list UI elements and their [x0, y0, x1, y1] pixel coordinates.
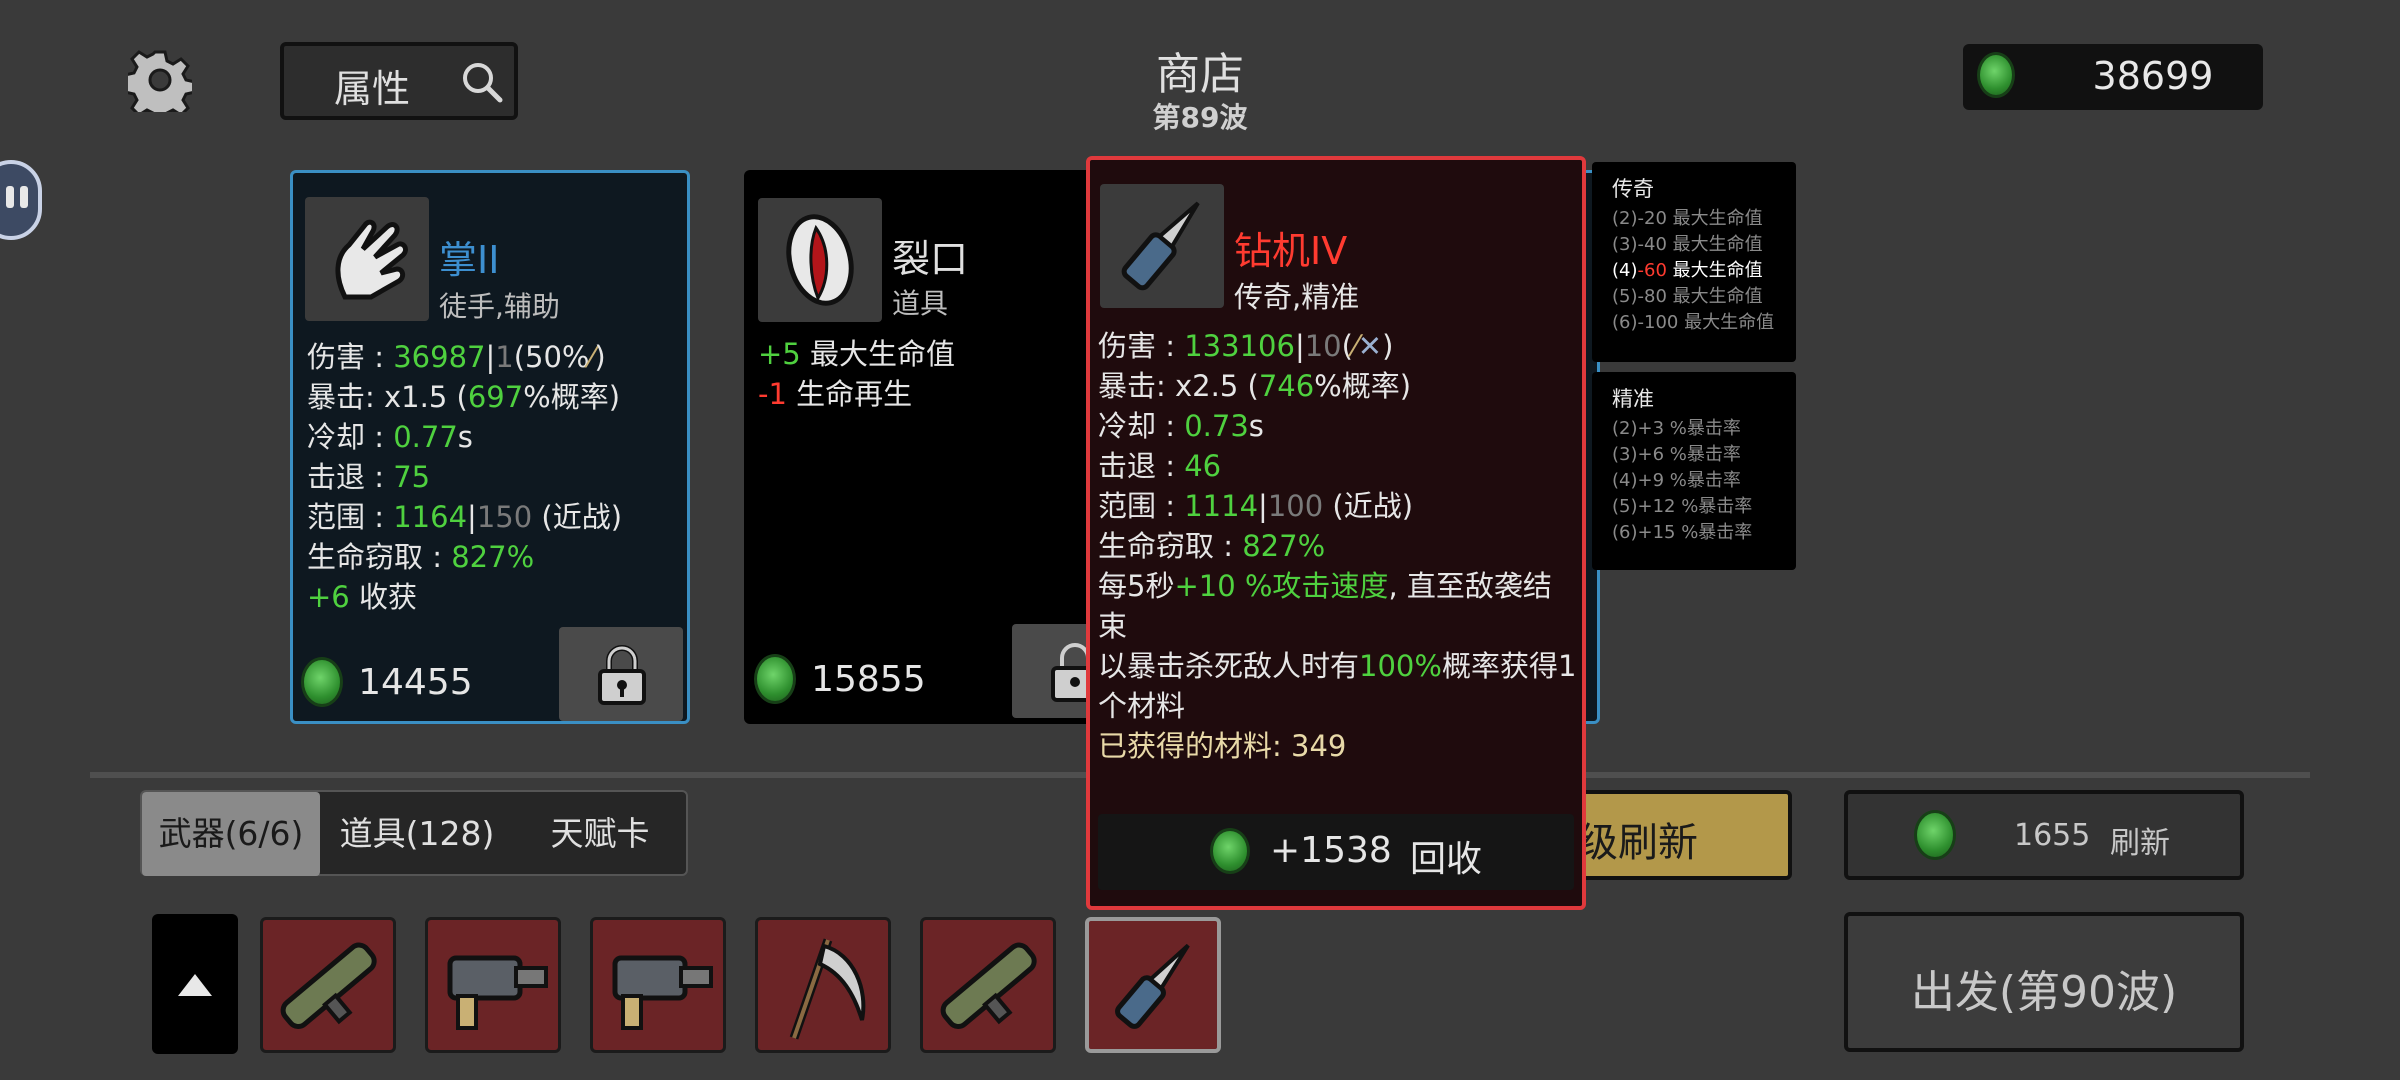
card-tags: 徒手,辅助	[439, 290, 560, 323]
detail-crit: 暴击: x2.5 (746%概率)	[1098, 369, 1412, 403]
weapon-slot-rocket-launcher[interactable]	[260, 917, 396, 1053]
search-icon	[463, 63, 503, 103]
detail-damage: 伤害 : 133106|10(⁄✕)	[1098, 329, 1394, 363]
refresh-cost: 1655	[2014, 818, 2091, 853]
card-name: 裂口	[892, 237, 969, 281]
tab-items[interactable]: 道具(128)	[322, 792, 512, 876]
shop-card-gash[interactable]: 裂口 道具 +5 最大生命值 -1 生命再生 15855	[744, 170, 1144, 724]
price-value: 15855	[811, 658, 926, 700]
wave-label: 第89波	[1152, 101, 1248, 134]
coin-icon	[754, 654, 796, 704]
palm-hand-icon	[335, 219, 408, 300]
weapon-slot-scythe[interactable]	[755, 917, 891, 1053]
portrait-gash	[758, 198, 882, 322]
stat-hp-regen: -1 生命再生	[758, 377, 913, 411]
coin-icon	[301, 657, 343, 707]
coin-counter: 38699	[1963, 44, 2263, 110]
drill-icon	[1115, 943, 1190, 1029]
gun-icon	[447, 955, 548, 1030]
set-active-line: (4)-60 最大生命值	[1612, 260, 1763, 281]
stat-cooldown: 冷却 : 0.77s	[307, 420, 473, 454]
scythe-icon	[789, 938, 866, 1040]
detail-name: 钻机IV	[1234, 229, 1348, 273]
stat-crit: 暴击: x1.5 (697%概率)	[307, 380, 621, 414]
up-arrow-icon	[178, 974, 212, 996]
stat-knockback: 击退 : 75	[307, 460, 431, 494]
price-value: 14455	[358, 661, 473, 703]
detail-tags: 传奇,精准	[1234, 280, 1360, 314]
sell-amount: +1538	[1270, 830, 1392, 871]
sell-label: 回收	[1410, 839, 1483, 880]
shop-card-palm[interactable]: 掌II 徒手,辅助 伤害 : 36987|1(50%⁄) 暴击: x1.5 (6…	[290, 170, 690, 724]
page-title: 商店	[1156, 49, 1244, 100]
attributes-label: 属性	[334, 67, 411, 111]
stat-damage: 伤害 : 36987|1(50%⁄)	[307, 340, 606, 374]
pause-icon[interactable]	[0, 160, 42, 240]
detail-lifesteal: 生命窃取 : 827%	[1098, 529, 1326, 563]
detail-effect-material: 以暴击杀死敌人时有100%概率获得1个材料	[1098, 649, 1577, 723]
cross-icon: ✕	[1357, 329, 1383, 363]
coin-count: 38699	[2092, 54, 2214, 98]
weapon-slot-drill-selected[interactable]	[1085, 917, 1221, 1053]
rocket-launcher-icon	[940, 942, 1037, 1029]
tab-talents[interactable]: 天赋卡	[512, 792, 688, 876]
collapse-button[interactable]	[152, 914, 238, 1054]
set-bonus-precision: 精准 (2)+3 %暴击率 (3)+6 %暴击率 (4)+9 %暴击率 (5)+…	[1592, 372, 1796, 570]
coin-icon	[1210, 828, 1250, 874]
tab-weapons[interactable]: 武器(6/6)	[142, 792, 320, 876]
coin-icon	[1977, 52, 2015, 98]
detail-materials-gained: 已获得的材料: 349	[1098, 729, 1347, 763]
weapon-slot-gun-2[interactable]	[590, 917, 726, 1053]
stat-lifesteal: 生命窃取 : 827%	[307, 540, 535, 574]
coin-icon	[1914, 810, 1956, 860]
upgrade-refresh-button[interactable]: 级刷新	[1560, 790, 1792, 880]
detail-cooldown: 冷却 : 0.73s	[1098, 409, 1264, 443]
item-detail-panel: 钻机IV 传奇,精准 伤害 : 133106|10(⁄✕) 暴击: x2.5 (…	[1086, 156, 1586, 910]
detail-effect-attack-speed: 每5秒+10 %攻击速度, 直至敌袭结束	[1098, 569, 1552, 643]
card-tags: 道具	[892, 287, 949, 320]
set-title: 精准	[1612, 387, 1654, 411]
upgrade-refresh-label: 级刷新	[1578, 820, 1698, 866]
lock-icon	[598, 645, 646, 705]
set-bonus-legendary: 传奇 (2)-20 最大生命值 (3)-40 最大生命值 (4)-60 最大生命…	[1592, 162, 1796, 362]
card-price[interactable]: 14455	[301, 657, 473, 713]
card-price[interactable]: 15855	[754, 654, 926, 710]
portrait-palm	[305, 197, 429, 321]
settings-gear-icon[interactable]	[123, 48, 197, 124]
attributes-button[interactable]: 属性	[280, 42, 518, 120]
inventory-tabs: 武器(6/6) 道具(128) 天赋卡	[140, 790, 688, 876]
drill-icon	[1121, 201, 1200, 291]
weapon-slot-rocket-launcher-2[interactable]	[920, 917, 1056, 1053]
stat-max-hp: +5 最大生命值	[758, 337, 955, 371]
detail-range: 范围 : 1114|100 (近战)	[1098, 489, 1414, 523]
lock-button[interactable]	[559, 627, 683, 721]
weapon-slot-gun-1[interactable]	[425, 917, 561, 1053]
stat-harvest: +6 收获	[307, 580, 417, 614]
stat-range: 范围 : 1164|150 (近战)	[307, 500, 623, 534]
rocket-launcher-icon	[280, 942, 377, 1029]
refresh-button[interactable]: 1655 刷新	[1844, 790, 2244, 880]
go-label: 出发(第90波)	[1910, 967, 2178, 1018]
card-name: 掌II	[439, 238, 500, 282]
go-button[interactable]: 出发(第90波)	[1844, 912, 2244, 1052]
set-title: 传奇	[1612, 177, 1654, 201]
detail-portrait	[1100, 184, 1224, 308]
gun-icon	[612, 955, 713, 1030]
refresh-label: 刷新	[2110, 826, 2170, 861]
sell-button[interactable]: +1538 回收	[1098, 814, 1574, 890]
detail-knockback: 击退 : 46	[1098, 449, 1222, 483]
